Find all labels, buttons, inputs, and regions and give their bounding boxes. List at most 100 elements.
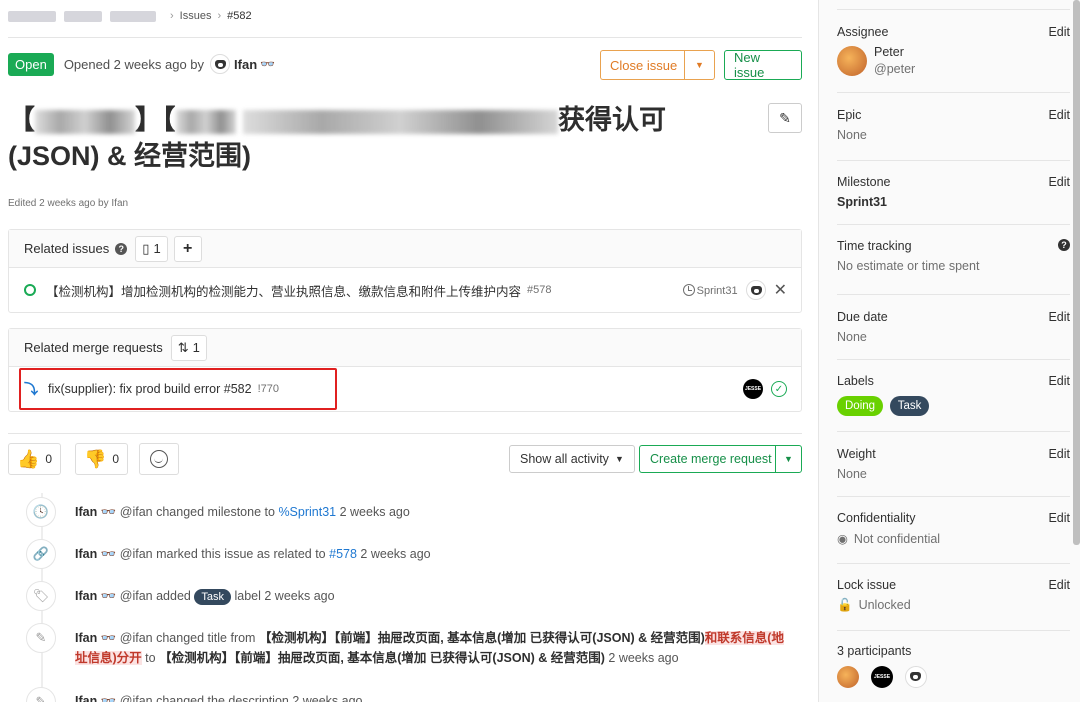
create-mr-dropdown-chevron-icon[interactable]: ▼ [775, 445, 802, 473]
breadcrumb-subgroup-blurred[interactable] [64, 10, 102, 22]
title-blurred-segment [35, 109, 135, 134]
participants-label: 3 participants [837, 644, 912, 658]
participant-avatar[interactable]: JESSE [871, 666, 893, 688]
due-date-block: Due date Edit None [837, 310, 1070, 344]
award-emoji-bar: 👍 0 👎 0 Show all activity ▼ Create merge re… [8, 443, 802, 475]
related-mr-row[interactable]: ⤵ fix(supplier): fix prod build error #5… [9, 367, 801, 411]
related-issue-title[interactable]: 【检测机构】增加检测机构的检测能力、营业执照信息、缴款信息和附件上传维护内容 [46, 281, 521, 300]
sidebar-scrollbar[interactable] [1073, 0, 1080, 545]
pipeline-success-check-icon[interactable]: ✓ [771, 381, 787, 397]
divider [837, 563, 1070, 564]
label-task-badge[interactable]: Task [889, 396, 930, 416]
issue-sidebar: Assignee Edit Peter @peter Epic Edit Non… [818, 0, 1080, 702]
note-handle[interactable]: @ifan [120, 631, 153, 645]
help-icon[interactable]: ? [115, 242, 128, 255]
author-avatar[interactable] [210, 54, 231, 74]
title-text-end: 获得认可 [558, 105, 667, 135]
help-icon[interactable]: ? [1058, 239, 1070, 251]
note-author[interactable]: Ifan [75, 631, 97, 645]
assignee-avatar[interactable] [745, 280, 766, 300]
note-handle[interactable]: @ifan [120, 589, 153, 603]
note-author[interactable]: Ifan [75, 547, 97, 561]
weight-block: Weight Edit None [837, 447, 1070, 481]
label-doing-badge[interactable]: Doing [837, 396, 884, 416]
related-mrs-count[interactable]: ⇅ 1 [170, 334, 207, 361]
add-reaction-button[interactable] [139, 443, 179, 475]
divider [837, 9, 1070, 10]
assignee-edit-link[interactable]: Edit [1048, 25, 1070, 39]
confidentiality-label: Confidentiality [837, 511, 916, 525]
divider [837, 294, 1070, 295]
close-issue-button[interactable]: Close issue [600, 50, 687, 80]
create-merge-request-button[interactable]: Create merge request [639, 445, 782, 473]
breadcrumb-issues[interactable]: Issues [180, 10, 212, 22]
confidentiality-edit-link[interactable]: Edit [1048, 511, 1070, 525]
edit-icon: ✎ [26, 623, 56, 653]
new-title: 【检测机构】【前端】抽屉改页面, 基本信息(增加 已获得认可(JSON) & 经… [159, 651, 605, 665]
count-value: 1 [192, 340, 200, 355]
binoculars-icon: 👓 [100, 694, 117, 702]
mr-author-avatar[interactable]: JESSE [743, 379, 763, 399]
task-label-badge[interactable]: Task [194, 589, 231, 605]
milestone-edit-link[interactable]: Edit [1048, 175, 1070, 189]
assignee-label: Assignee [837, 25, 889, 39]
thumbs-down-button[interactable]: 👎 0 [75, 443, 129, 475]
note-author[interactable]: Ifan [75, 694, 97, 702]
participant-avatar[interactable] [837, 666, 859, 688]
assignee-name[interactable]: Peter [874, 45, 904, 59]
weight-edit-link[interactable]: Edit [1048, 447, 1070, 461]
participant-avatar[interactable] [905, 666, 927, 688]
note-time: 2 weeks ago [339, 505, 410, 519]
add-related-issue-button[interactable]: + [173, 235, 202, 262]
related-issue-row[interactable]: 【检测机构】增加检测机构的检测能力、营业执照信息、缴款信息和附件上传维护内容 #… [9, 268, 801, 312]
due-date-edit-link[interactable]: Edit [1048, 310, 1070, 324]
assignee-username: @peter [874, 62, 916, 76]
new-issue-button[interactable]: New issue [724, 50, 802, 80]
note-body: Ifan 👓 @ifan added Task label 2 weeks ag… [75, 586, 795, 606]
thumbs-up-button[interactable]: 👍 0 [8, 443, 62, 475]
note-text: marked this issue as related to [156, 547, 326, 561]
chevron-down-icon: ▼ [614, 454, 624, 464]
issue-link[interactable]: #578 [329, 547, 357, 561]
avatar[interactable] [837, 46, 867, 76]
note-author[interactable]: Ifan [75, 505, 97, 519]
note-text: changed title from [156, 631, 256, 645]
remove-relation-close-icon[interactable]: ✕ [774, 280, 787, 300]
divider [8, 433, 802, 434]
time-tracking-value: No estimate or time spent [837, 259, 980, 273]
edited-info: Edited 2 weeks ago by Ifan [8, 198, 129, 209]
close-issue-dropdown-chevron-icon[interactable]: ▼ [684, 50, 715, 80]
author-name[interactable]: Ifan [234, 57, 257, 72]
note-handle[interactable]: @ifan [120, 505, 153, 519]
breadcrumb-group-blurred[interactable] [8, 10, 56, 22]
confidentiality-block: Confidentiality Edit ◉ Not confidential [837, 511, 1070, 546]
breadcrumb-project-blurred[interactable] [110, 10, 156, 22]
note-time: 2 weeks ago [608, 651, 679, 665]
note-handle[interactable]: @ifan [120, 547, 153, 561]
milestone-name: Sprint31 [696, 284, 738, 297]
epic-label: Epic [837, 108, 862, 122]
divider [837, 496, 1070, 497]
thumbs-down-icon: 👎 [84, 448, 107, 469]
breadcrumb-current[interactable]: #582 [227, 10, 251, 22]
note-handle[interactable]: @ifan [120, 694, 153, 702]
related-issues-title: Related issues [24, 241, 110, 256]
title-blurred-segment [175, 109, 236, 134]
related-issues-count[interactable]: ▯ 1 [135, 235, 168, 262]
weight-label: Weight [837, 447, 876, 461]
issues-icon: ▯ [142, 240, 150, 256]
activity-filter-dropdown[interactable]: Show all activity ▼ [509, 445, 635, 473]
epic-edit-link[interactable]: Edit [1048, 108, 1070, 122]
labels-edit-link[interactable]: Edit [1048, 374, 1070, 388]
title-line-2: (JSON) & 经营范围) [8, 141, 251, 171]
lock-edit-link[interactable]: Edit [1048, 578, 1070, 592]
related-mr-meta: JESSE ✓ [743, 367, 787, 411]
edit-title-pencil-icon[interactable]: ✎ [768, 103, 802, 133]
related-mr-title[interactable]: fix(supplier): fix prod build error #582 [48, 382, 252, 396]
related-mr-ref: !770 [257, 383, 279, 395]
note-author[interactable]: Ifan [75, 589, 97, 603]
milestone-value[interactable]: Sprint31 [837, 195, 1070, 209]
divider [837, 92, 1070, 93]
due-date-label: Due date [837, 310, 888, 324]
milestone-link[interactable]: %Sprint31 [278, 505, 336, 519]
